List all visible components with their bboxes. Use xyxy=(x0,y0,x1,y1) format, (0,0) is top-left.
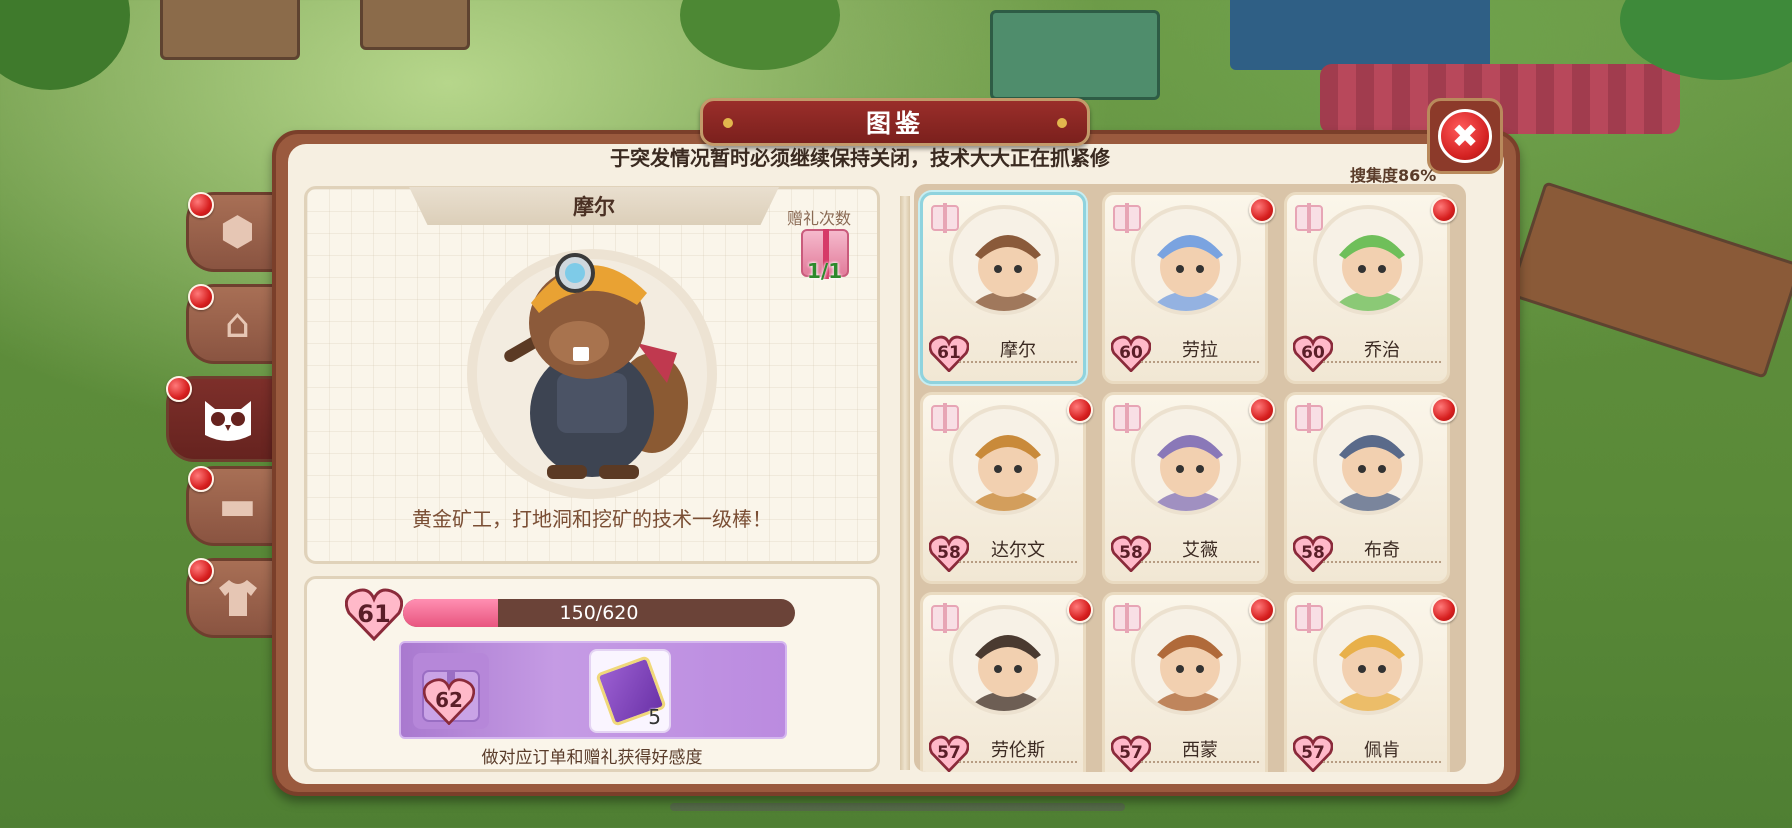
character-grid: 61 摩尔 60 劳拉 60 乔治 58 达尔文 58 艾薇 58 布奇 57 劳伦斯 57 西蒙 57 佩肯 xyxy=(914,184,1466,772)
house-icon: ⌂ xyxy=(224,301,251,347)
next-level-heart: 62 xyxy=(423,677,475,726)
notification-badge xyxy=(1249,397,1275,423)
character-name: 摩尔 xyxy=(409,187,779,225)
notification-badge xyxy=(1431,397,1457,423)
character-name: 布奇 xyxy=(1323,541,1441,563)
tab-characters-badge xyxy=(166,376,192,402)
gift-icon xyxy=(1295,403,1323,433)
affinity-level-heart: 61 xyxy=(345,587,403,641)
affinity-level: 61 xyxy=(357,600,391,628)
close-button[interactable]: ✖ xyxy=(1427,98,1503,174)
gift-icon xyxy=(931,403,959,433)
character-name: 达尔文 xyxy=(959,541,1077,563)
notification-badge xyxy=(1067,597,1093,623)
character-card[interactable]: 61 摩尔 xyxy=(920,192,1086,384)
gift-count-value: 1/1 xyxy=(807,259,843,283)
character-name: 摩尔 xyxy=(959,341,1077,363)
marquee-text: 于突发情况暂时必须继续保持关闭，技术大大正在抓紧修 xyxy=(610,146,1110,170)
character-portrait xyxy=(949,205,1059,315)
character-name: 艾薇 xyxy=(1141,541,1259,563)
collection-progress: 搜集度86% xyxy=(1350,166,1437,185)
character-portrait xyxy=(949,605,1059,715)
gift-icon xyxy=(1113,403,1141,433)
tab-items-badge xyxy=(188,192,214,218)
gift-icon xyxy=(1295,203,1323,233)
tab-furniture-badge xyxy=(188,466,214,492)
page-title: 图鉴 xyxy=(700,98,1090,146)
character-card[interactable]: 58 布奇 xyxy=(1284,392,1457,584)
character-card[interactable]: 60 劳拉 xyxy=(1102,192,1275,384)
gift-icon xyxy=(931,203,959,233)
character-level: 57 xyxy=(1301,743,1325,763)
announcement-marquee: 于突发情况暂时必须继续保持关闭，技术大大正在抓紧修 xyxy=(610,142,1180,172)
character-level: 57 xyxy=(1119,743,1143,763)
reward-quantity: 5 xyxy=(648,705,661,729)
character-portrait xyxy=(949,405,1059,515)
gift-count-label: 赠礼次数 xyxy=(787,209,852,228)
notification-badge xyxy=(1067,397,1093,423)
affinity-hint: 做对应订单和赠礼获得好感度 xyxy=(481,748,703,768)
character-name: 乔治 xyxy=(1323,341,1441,363)
character-level: 58 xyxy=(937,543,961,563)
gift-icon xyxy=(931,603,959,633)
notification-badge xyxy=(1431,197,1457,223)
tab-clothing-badge xyxy=(188,558,214,584)
character-description: 黄金矿工，打地洞和挖矿的技术一级棒！ xyxy=(412,507,772,531)
character-card[interactable]: 58 达尔文 xyxy=(920,392,1093,584)
character-portrait xyxy=(1131,205,1241,315)
character-level: 58 xyxy=(1119,543,1143,563)
affinity-card: 61 150/620 62 5 做对应订单和赠礼获得好感度 xyxy=(304,576,880,772)
character-portrait xyxy=(1313,405,1423,515)
tab-house-badge xyxy=(188,284,214,310)
close-icon: ✖ xyxy=(1438,109,1492,163)
character-level: 57 xyxy=(937,743,961,763)
character-level: 61 xyxy=(937,343,961,363)
character-name: 劳拉 xyxy=(1141,341,1259,363)
character-portrait xyxy=(1313,205,1423,315)
character-portrait xyxy=(1131,405,1241,515)
character-level: 60 xyxy=(1301,343,1325,363)
box-icon: ⬢ xyxy=(220,209,255,255)
character-portrait xyxy=(1313,605,1423,715)
character-profile-card: 摩尔 赠礼次数 1/1 黄金矿工，打地洞和挖矿的技术一级棒！ xyxy=(304,186,880,564)
gift-icon xyxy=(1295,603,1323,633)
level-reward-row: 62 5 xyxy=(399,641,787,739)
gift-icon xyxy=(1113,603,1141,633)
affinity-progress-text: 150/620 xyxy=(559,602,639,624)
owl-icon xyxy=(204,401,251,441)
character-card[interactable]: 58 艾薇 xyxy=(1102,392,1275,584)
character-card[interactable]: 60 乔治 xyxy=(1284,192,1457,384)
notification-badge xyxy=(1249,597,1275,623)
character-level: 58 xyxy=(1301,543,1325,563)
character-name: 西蒙 xyxy=(1141,741,1259,763)
affinity-progress-bar: 150/620 xyxy=(403,599,795,627)
character-name: 劳伦斯 xyxy=(959,741,1077,763)
book-spine xyxy=(900,196,910,770)
sofa-icon: ▬ xyxy=(218,483,257,529)
next-level: 62 xyxy=(435,688,463,712)
character-card[interactable]: 57 劳伦斯 xyxy=(920,592,1093,772)
gift-icon xyxy=(1113,203,1141,233)
character-card[interactable]: 57 佩肯 xyxy=(1284,592,1457,772)
reward-item-ticket[interactable]: 5 xyxy=(589,649,671,733)
character-portrait xyxy=(1131,605,1241,715)
home-indicator[interactable] xyxy=(670,803,1125,811)
next-level-gift: 62 xyxy=(413,653,489,729)
character-card[interactable]: 57 西蒙 xyxy=(1102,592,1275,772)
character-name: 佩肯 xyxy=(1323,741,1441,763)
shirt-icon xyxy=(218,580,257,616)
mole-miner-portrait xyxy=(504,253,688,479)
character-level: 60 xyxy=(1119,343,1143,363)
notification-badge xyxy=(1249,197,1275,223)
notification-badge xyxy=(1431,597,1457,623)
